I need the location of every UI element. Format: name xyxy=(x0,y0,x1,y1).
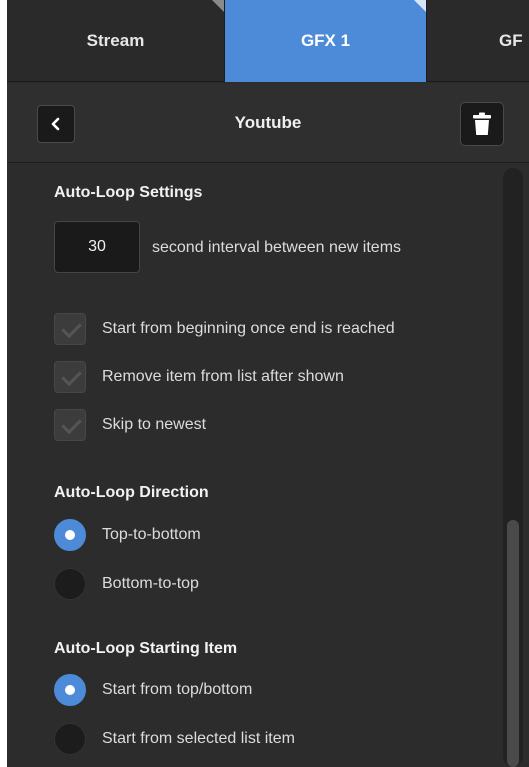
chevron-left-icon xyxy=(51,117,60,131)
top-to-bottom-label: Top-to-bottom xyxy=(102,526,201,543)
start-from-beginning-label: Start from beginning once end is reached xyxy=(102,320,395,337)
option-remove-item[interactable]: Remove item from list after shown xyxy=(54,361,344,393)
trash-icon xyxy=(473,112,491,135)
interval-label: second interval between new items xyxy=(152,239,402,256)
skip-to-newest-label: Skip to newest xyxy=(102,416,207,433)
settings-content: Auto-Loop Settings 30 second interval be… xyxy=(7,164,529,767)
top-to-bottom-radio[interactable] xyxy=(54,519,86,551)
tab-corner-indicator xyxy=(414,0,426,12)
page-title: Youtube xyxy=(234,113,302,132)
start-from-top-bottom-label: Start from top/bottom xyxy=(102,681,253,698)
tab-stream[interactable]: Stream xyxy=(7,0,225,82)
auto-loop-direction-heading: Auto-Loop Direction xyxy=(54,484,209,501)
tab-gfx-1[interactable]: GFX 1 xyxy=(225,0,427,82)
auto-loop-starting-item-heading: Auto-Loop Starting Item xyxy=(54,640,238,657)
tab-bar: Stream GFX 1 GF xyxy=(7,0,529,82)
option-start-from-top-bottom[interactable]: Start from top/bottom xyxy=(54,674,252,706)
panel-header: Youtube xyxy=(7,83,529,163)
auto-loop-settings-heading: Auto-Loop Settings xyxy=(54,184,203,201)
tab-corner-indicator xyxy=(212,0,224,12)
bottom-to-top-radio[interactable] xyxy=(54,568,86,600)
tab-gfx-2[interactable]: GF xyxy=(427,0,529,82)
tab-stream-label: Stream xyxy=(86,31,145,50)
option-start-from-beginning[interactable]: Start from beginning once end is reached xyxy=(54,313,395,345)
tab-gfx-1-label: GFX 1 xyxy=(300,31,351,50)
tab-gfx-2-label: GF xyxy=(499,31,523,50)
interval-input[interactable]: 30 xyxy=(54,221,140,273)
option-top-to-bottom[interactable]: Top-to-bottom xyxy=(54,519,201,551)
option-bottom-to-top[interactable]: Bottom-to-top xyxy=(54,568,199,600)
option-skip-to-newest[interactable]: Skip to newest xyxy=(54,409,206,441)
option-start-from-selected[interactable]: Start from selected list item xyxy=(54,723,295,755)
scrollbar-thumb[interactable] xyxy=(507,520,519,767)
back-button[interactable] xyxy=(37,105,75,143)
start-from-selected-radio[interactable] xyxy=(54,723,86,755)
delete-button[interactable] xyxy=(460,102,504,146)
gfx-panel: Stream GFX 1 GF Youtube Auto-Loop Settin… xyxy=(7,0,529,767)
skip-to-newest-checkbox[interactable] xyxy=(54,409,86,441)
remove-item-checkbox[interactable] xyxy=(54,361,86,393)
bottom-to-top-label: Bottom-to-top xyxy=(102,575,199,592)
start-from-top-bottom-radio[interactable] xyxy=(54,674,86,706)
start-from-beginning-checkbox[interactable] xyxy=(54,313,86,345)
remove-item-label: Remove item from list after shown xyxy=(102,368,344,385)
start-from-selected-label: Start from selected list item xyxy=(102,730,295,747)
